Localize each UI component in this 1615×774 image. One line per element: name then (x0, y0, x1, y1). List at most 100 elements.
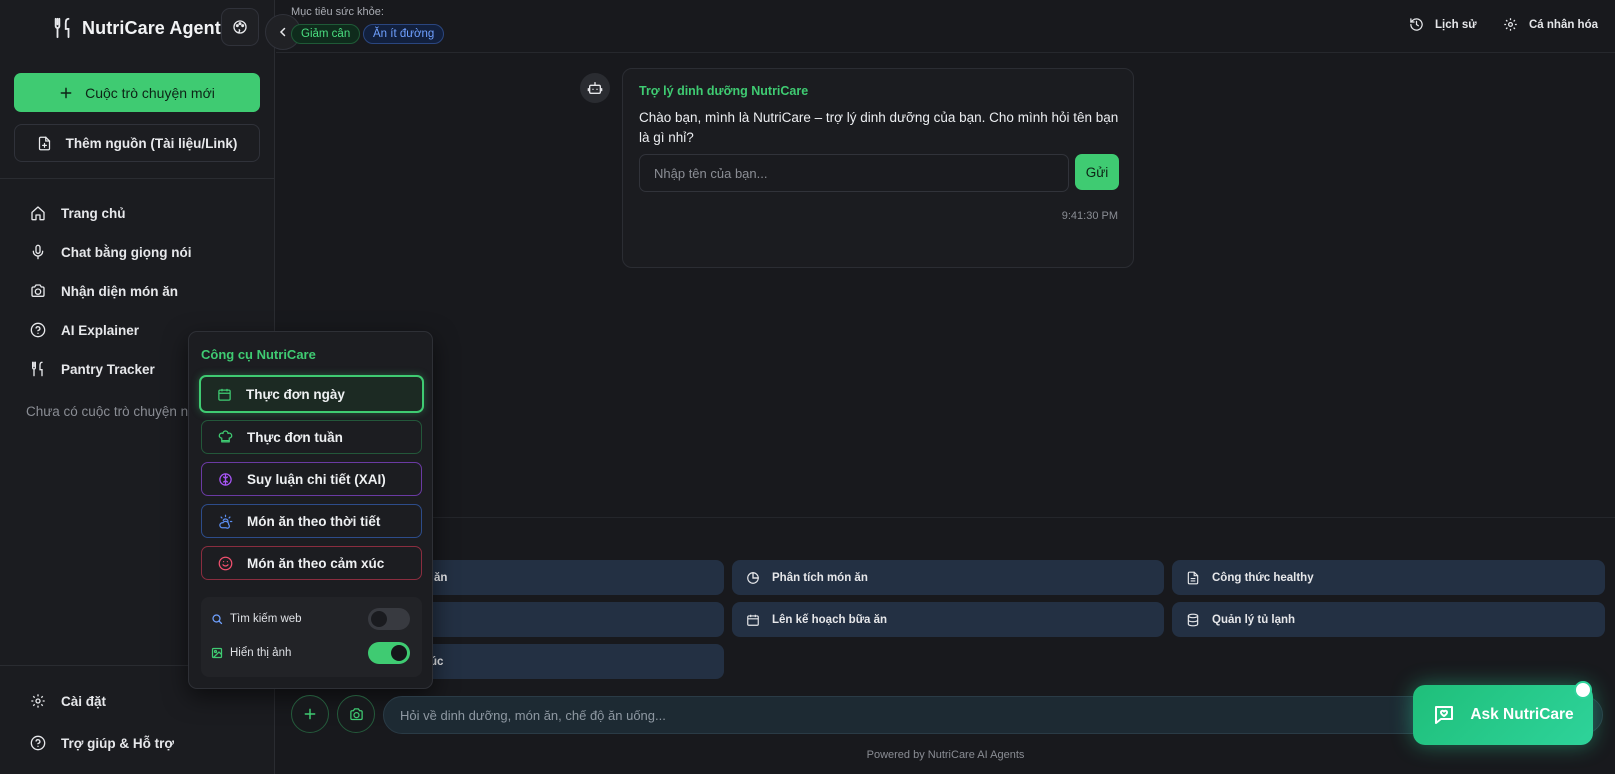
camera-button[interactable] (337, 695, 375, 733)
tool-mood-food[interactable]: Món ăn theo cảm xúc (201, 546, 422, 580)
quick-action-label: Lên kế hoạch bữa ăn (772, 613, 888, 626)
tool-label: Món ăn theo thời tiết (247, 513, 381, 529)
search-icon (211, 613, 223, 625)
tool-options-panel: Tìm kiếm web Hiển thị ảnh (201, 597, 422, 677)
sidebar-item-help[interactable]: Trợ giúp & Hỗ trợ (30, 735, 174, 751)
add-source-button[interactable]: Thêm nguồn (Tài liệu/Link) (14, 124, 260, 162)
empty-history-hint: Chưa có cuộc trò chuyện nào (26, 404, 204, 419)
file-plus-icon (37, 136, 52, 151)
health-goal-label: Mục tiêu sức khỏe: (291, 6, 384, 18)
help-circle-icon (30, 735, 46, 751)
web-search-toggle[interactable] (368, 608, 410, 630)
quick-action-analyze-food[interactable]: Phân tích món ăn (732, 560, 1164, 595)
quick-action-fridge[interactable]: Quản lý tủ lạnh (1172, 602, 1605, 637)
tool-label: Suy luận chi tiết (XAI) (247, 471, 386, 487)
history-button[interactable]: Lịch sử (1409, 17, 1477, 32)
sidebar-item-label: Nhận diện món ăn (61, 283, 179, 299)
new-chat-label: Cuộc trò chuyện mới (85, 84, 215, 101)
notification-dot (1574, 681, 1592, 699)
tool-label: Thực đơn ngày (246, 386, 345, 402)
calendar-icon (746, 613, 760, 627)
tools-popover: Công cụ NutriCare Thực đơn ngày Thực đơn… (188, 331, 433, 689)
toggle-knob (391, 645, 407, 661)
add-attachment-button[interactable] (291, 695, 329, 733)
bot-avatar (580, 73, 610, 103)
show-images-label: Hiển thị ảnh (230, 647, 292, 659)
web-search-label: Tìm kiếm web (230, 613, 302, 625)
sidebar-item-food-recognition[interactable]: Nhận diện món ăn (30, 283, 178, 299)
quick-action-label: Phân tích món ăn (772, 571, 868, 584)
tool-label: Món ăn theo cảm xúc (247, 555, 385, 571)
name-input[interactable] (639, 154, 1069, 192)
document-icon (1186, 571, 1200, 585)
sidebar-item-label: Trang chủ (61, 205, 126, 221)
camera-icon (30, 283, 46, 299)
chef-hat-icon (218, 429, 233, 445)
sidebar-divider (0, 178, 275, 179)
utensils-icon (52, 17, 74, 39)
plus-icon (59, 86, 73, 100)
mic-icon (30, 244, 46, 260)
tools-title: Công cụ NutriCare (201, 347, 316, 362)
quick-action-label: Quản lý tủ lạnh (1212, 613, 1296, 626)
gear-icon (30, 693, 46, 709)
show-images-toggle[interactable] (368, 642, 410, 664)
brand[interactable]: NutriCare Agents (52, 17, 231, 39)
add-source-label: Thêm nguồn (Tài liệu/Link) (65, 135, 238, 151)
send-name-button[interactable]: Gửi (1075, 154, 1119, 190)
sidebar-item-ai-explainer[interactable]: AI Explainer (30, 322, 139, 338)
image-icon (211, 647, 223, 659)
new-chat-button[interactable]: Cuộc trò chuyện mới (14, 73, 260, 112)
cloud-sun-icon (218, 514, 233, 529)
personalize-label: Cá nhân hóa (1529, 18, 1599, 31)
sidebar-item-voice-chat[interactable]: Chat bằng giọng nói (30, 244, 191, 260)
quick-action-healthy-recipes[interactable]: Công thức healthy (1172, 560, 1605, 595)
quick-action-label: Công thức healthy (1212, 571, 1314, 584)
tool-weekly-menu[interactable]: Thực đơn tuần (201, 420, 422, 454)
history-icon (1409, 17, 1424, 32)
goal-chip-weight-loss[interactable]: Giảm cân (291, 24, 361, 44)
ask-nutricare-button[interactable]: Ask NutriCare (1413, 685, 1593, 745)
show-images-option: Hiển thị ảnh (211, 647, 291, 659)
camera-icon (349, 707, 364, 722)
pie-chart-icon (746, 571, 760, 585)
message-heart-icon (1432, 703, 1456, 727)
plus-icon (303, 707, 317, 721)
chevron-left-icon (277, 26, 289, 38)
message-text: Chào bạn, mình là NutriCare – trợ lý din… (639, 110, 1119, 145)
robot-icon (587, 80, 603, 96)
sidebar-item-settings[interactable]: Cài đặt (30, 693, 106, 709)
tool-weather-food[interactable]: Món ăn theo thời tiết (201, 504, 422, 538)
tool-daily-menu[interactable]: Thực đơn ngày (199, 375, 424, 413)
home-icon (30, 205, 46, 221)
calendar-icon (217, 387, 232, 402)
quick-action-meal-plan[interactable]: Lên kế hoạch bữa ăn (732, 602, 1164, 637)
sidebar-item-pantry-tracker[interactable]: Pantry Tracker (30, 361, 155, 377)
theme-button[interactable] (221, 8, 259, 46)
sidebar-item-home[interactable]: Trang chủ (30, 205, 126, 221)
message-sender: Trợ lý dinh dưỡng NutriCare (639, 84, 809, 98)
utensils-icon (30, 361, 46, 377)
sidebar-item-label: Cài đặt (61, 693, 107, 709)
tool-xai-reasoning[interactable]: Suy luận chi tiết (XAI) (201, 462, 422, 496)
history-label: Lịch sử (1435, 18, 1477, 31)
goal-chip-low-sugar[interactable]: Ăn ít đường (363, 24, 445, 44)
database-icon (1186, 613, 1200, 627)
app-title: NutriCare Agents (82, 17, 231, 38)
powered-by-note: Powered by NutriCare AI Agents (866, 749, 1025, 761)
toggle-knob (371, 611, 387, 627)
tool-label: Thực đơn tuần (247, 429, 343, 445)
message-timestamp: 9:41:30 PM (1061, 210, 1118, 222)
brain-icon (218, 472, 233, 487)
personalize-button[interactable]: Cá nhân hóa (1503, 17, 1598, 32)
quick-action-label: ăn (434, 571, 448, 584)
sidebar-item-label: Trợ giúp & Hỗ trợ (61, 735, 174, 751)
web-search-option: Tìm kiếm web (211, 613, 302, 625)
sidebar-item-label: Pantry Tracker (61, 361, 155, 377)
assistant-message-card: Trợ lý dinh dưỡng NutriCare Chào bạn, mì… (622, 68, 1134, 268)
help-circle-icon (30, 322, 46, 338)
sidebar-item-label: AI Explainer (61, 322, 140, 338)
sidebar-item-label: Chat bằng giọng nói (61, 244, 192, 260)
gear-icon (1503, 17, 1518, 32)
quick-actions-divider (276, 517, 1615, 518)
